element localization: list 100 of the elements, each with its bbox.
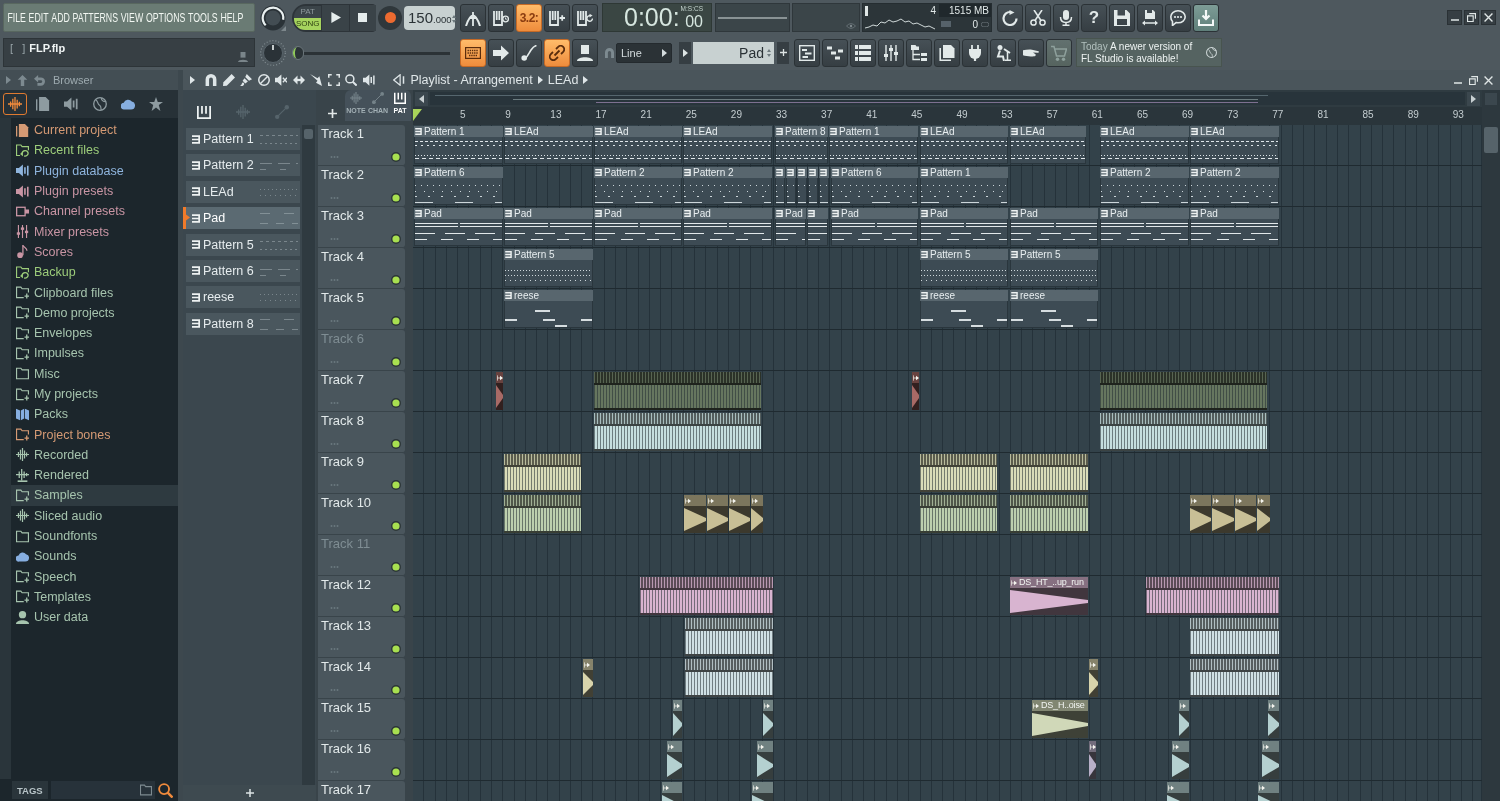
browser-item[interactable]: Recent files — [11, 140, 178, 161]
tags-button[interactable]: TAGS — [12, 781, 48, 799]
scroll-left-button[interactable] — [415, 91, 428, 106]
window-button[interactable] — [1018, 38, 1044, 67]
status-dot-icon[interactable] — [391, 152, 401, 162]
track-header[interactable]: Track 16 — [318, 740, 405, 781]
audio-clip[interactable] — [763, 700, 773, 738]
pattern-clip[interactable]: Pattern 5 — [1010, 249, 1098, 287]
menu-item[interactable]: OPTIONS — [145, 9, 186, 26]
status-dot-icon[interactable] — [391, 644, 401, 654]
caret-icon[interactable] — [190, 76, 195, 84]
arrangement-name[interactable]: LEAd — [547, 73, 579, 87]
pattern-clip[interactable]: LEAd — [683, 126, 772, 164]
browser-item[interactable]: Speech — [11, 566, 178, 587]
pattern-item[interactable]: Pattern 1 — [183, 128, 300, 150]
browser-item[interactable]: Soundfonts — [11, 525, 178, 547]
audio-clip[interactable] — [504, 495, 581, 533]
status-dot-icon[interactable] — [391, 480, 401, 490]
audio-clip[interactable] — [1262, 741, 1279, 779]
audio-clip[interactable] — [583, 659, 593, 697]
window-button[interactable] — [794, 38, 820, 67]
pencil-icon[interactable] — [222, 74, 235, 86]
toolbar-button[interactable] — [516, 38, 542, 67]
browser-item[interactable]: Packs — [11, 404, 178, 425]
track-header[interactable]: Track 4 — [318, 248, 405, 289]
pattern-clip[interactable] — [808, 167, 818, 205]
track-header[interactable]: Track 17 — [318, 781, 405, 801]
plus-icon[interactable] — [245, 789, 254, 797]
toolbar-button[interactable] — [544, 38, 570, 67]
triangle-bar-icon[interactable] — [392, 74, 405, 86]
audio-clip[interactable] — [1257, 495, 1270, 533]
pattern-clip[interactable]: Pattern 5 — [504, 249, 593, 287]
menu-item[interactable]: EDIT — [28, 9, 49, 26]
pattern-clip[interactable]: Pattern 2 — [1100, 167, 1189, 205]
audio-clip[interactable] — [594, 413, 761, 451]
track-header[interactable]: Track 14 — [318, 658, 405, 699]
browser-item[interactable]: User data — [11, 607, 178, 628]
restore-button[interactable] — [1464, 10, 1479, 25]
audio-clip[interactable] — [667, 741, 682, 779]
zoom-icon[interactable] — [345, 74, 357, 86]
pattern-clip[interactable]: reese — [504, 290, 593, 328]
browser-tab[interactable] — [3, 93, 27, 115]
pattern-clip[interactable]: LEAd — [594, 126, 682, 164]
tempo-field[interactable]: 150.000 — [404, 5, 455, 30]
audio-clip[interactable] — [1010, 495, 1088, 533]
pattern-item[interactable]: LEAd — [183, 180, 300, 203]
snap-dropdown[interactable]: Line — [616, 42, 672, 63]
pattern-clip[interactable]: LEAd — [1100, 126, 1189, 164]
audio-clip[interactable] — [1100, 413, 1267, 451]
double-arrow-icon[interactable] — [292, 74, 305, 86]
toolbar-button[interactable] — [1109, 3, 1135, 32]
speaker-icon[interactable] — [362, 74, 375, 86]
mode-toggle[interactable]: PAT — [294, 5, 322, 18]
pattern-item[interactable]: Pattern 2 — [183, 154, 300, 177]
audio-clip[interactable] — [1190, 495, 1211, 533]
pitch-knob[interactable] — [260, 39, 286, 66]
pattern-clip[interactable]: Pattern 2 — [683, 167, 772, 205]
status-dot-icon[interactable] — [391, 316, 401, 326]
browser-item[interactable]: Rendered — [11, 465, 178, 486]
browser-item[interactable]: Samples — [11, 485, 178, 506]
browser-item[interactable]: Recorded — [11, 444, 178, 466]
toolbar-button[interactable] — [1053, 3, 1079, 32]
audio-clip[interactable] — [1172, 741, 1189, 779]
pattern-clip[interactable] — [807, 208, 828, 246]
browser-item[interactable]: Current project — [11, 120, 178, 141]
window-button[interactable] — [822, 38, 848, 67]
scroll-right-button[interactable] — [1467, 91, 1480, 106]
audio-clip[interactable] — [1235, 495, 1256, 533]
audio-clip[interactable] — [1089, 741, 1096, 779]
pattern-clip[interactable] — [775, 167, 785, 205]
menu-item[interactable]: PATTERNS — [72, 9, 119, 26]
audio-clip[interactable] — [1010, 454, 1088, 492]
browser-item[interactable]: Sounds — [11, 546, 178, 567]
magnet-icon[interactable] — [205, 74, 217, 86]
channel-arrow-button[interactable] — [679, 41, 691, 64]
menu-item[interactable]: ADD — [51, 9, 70, 26]
toolbar-button[interactable] — [1193, 3, 1219, 32]
audio-clip[interactable] — [1100, 372, 1267, 410]
audio-clip[interactable] — [912, 372, 919, 410]
pattern-clip[interactable] — [797, 167, 807, 205]
status-dot-icon[interactable] — [391, 767, 401, 777]
toolbar-button[interactable]: ? — [1081, 3, 1107, 32]
window-button[interactable] — [934, 38, 960, 67]
stop-button[interactable] — [349, 4, 376, 31]
selection-corners-icon[interactable] — [327, 74, 340, 86]
track-header[interactable]: Track 2 — [318, 166, 405, 207]
status-dot-icon[interactable] — [391, 726, 401, 736]
track-header[interactable]: Track 15 — [318, 699, 405, 740]
audio-clip[interactable] — [707, 495, 728, 533]
status-dot-icon[interactable] — [391, 439, 401, 449]
track-header[interactable]: Track 10 — [318, 494, 405, 535]
status-dot-icon[interactable] — [391, 685, 401, 695]
globe-icon[interactable] — [1206, 47, 1217, 58]
shop-button[interactable] — [1046, 38, 1072, 67]
audio-clip[interactable]: DS_HT_..up_run — [1010, 577, 1088, 615]
pattern-clip[interactable]: reese — [1010, 290, 1098, 328]
pattern-clip[interactable]: Pad — [1010, 208, 1098, 246]
toolbar-button[interactable] — [1137, 3, 1163, 32]
track-header[interactable]: Track 7 — [318, 371, 405, 412]
pattern-clip[interactable]: LEAd — [1190, 126, 1279, 164]
